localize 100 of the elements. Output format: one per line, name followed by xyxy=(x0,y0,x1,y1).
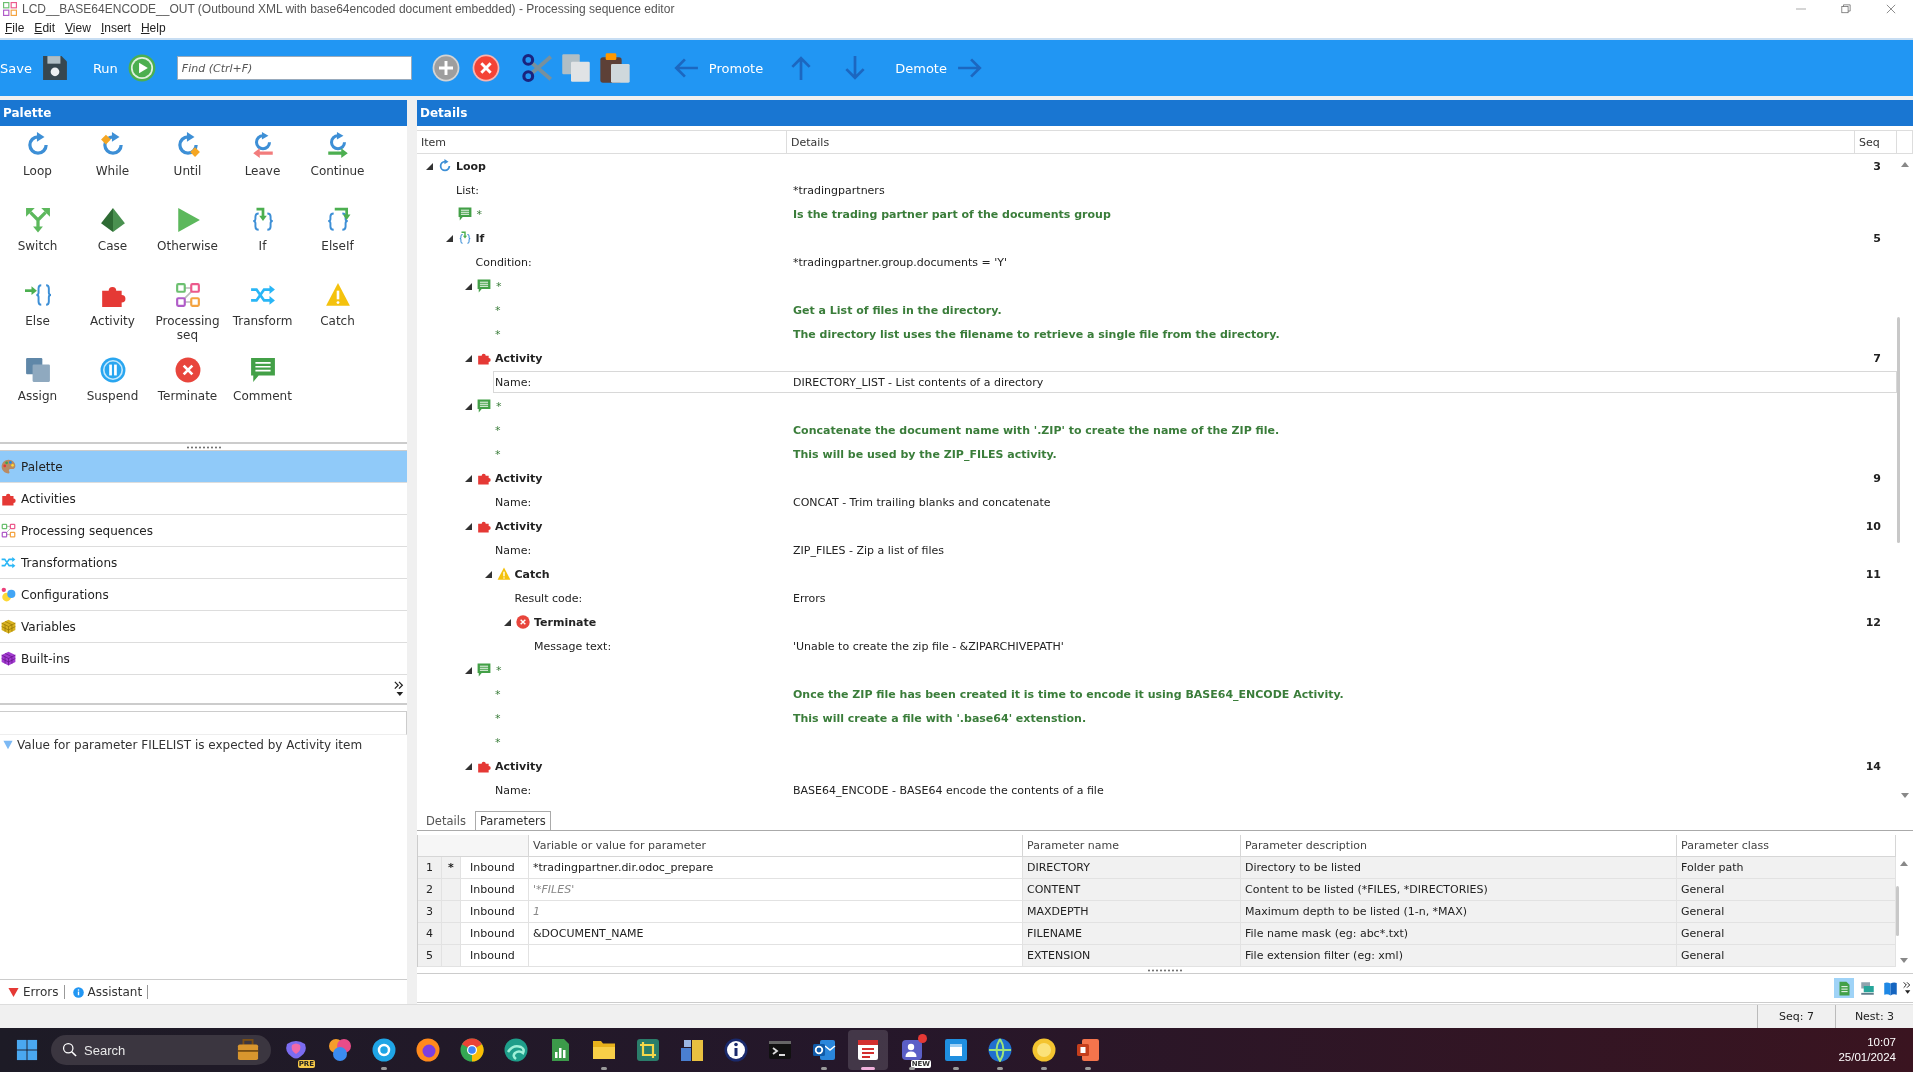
more-button[interactable] xyxy=(394,680,404,698)
toolbox-button[interactable]: Assign xyxy=(1,355,74,403)
down-triangle-icon xyxy=(8,986,19,998)
puzzle-piece-icon xyxy=(477,759,491,773)
toolbox-button[interactable]: Catch xyxy=(301,280,374,328)
delete-button[interactable] xyxy=(471,54,500,82)
scrollbar-thumb[interactable] xyxy=(1897,317,1900,543)
property-row[interactable]: List: *tradingpartners xyxy=(454,179,1897,201)
parameter-value-field[interactable]: 1 xyxy=(529,901,1023,923)
tree-item[interactable]: Loop xyxy=(456,159,486,173)
triangle-icon[interactable] xyxy=(426,162,433,170)
parameter-value-field[interactable]: *tradingpartner.dir.odoc_prepare xyxy=(529,857,1023,879)
toolbox-button[interactable]: Until xyxy=(151,130,224,178)
comment-marker[interactable]: * xyxy=(496,399,502,413)
triangle-icon[interactable] xyxy=(465,666,472,674)
tree-item[interactable]: Catch xyxy=(514,567,550,581)
scroll-down-arrow-icon[interactable] xyxy=(1901,793,1909,798)
property-row[interactable]: Name: CONCAT - Trim trailing blanks and concatenate xyxy=(493,491,1897,513)
toolbox-button[interactable]: Else xyxy=(1,280,74,328)
paste-button[interactable] xyxy=(598,52,631,84)
triangle-icon[interactable] xyxy=(465,762,472,770)
splitter-handle[interactable] xyxy=(185,445,222,449)
toolbox-button[interactable]: Comment xyxy=(226,355,299,403)
arrow-braces-icon xyxy=(24,282,51,308)
toolbox-button[interactable]: Loop xyxy=(1,130,74,178)
navigator-item[interactable]: Palette xyxy=(0,451,407,483)
comment-marker[interactable]: * xyxy=(496,663,502,677)
toolbox-button[interactable]: Transform xyxy=(226,280,299,328)
triangle-icon[interactable] xyxy=(504,618,511,626)
scrollbar-thumb[interactable] xyxy=(1896,886,1899,936)
parameter-value-field[interactable]: &DOCUMENT_NAME xyxy=(529,923,1023,945)
toolbox-button[interactable]: If xyxy=(226,205,299,253)
property-row[interactable]: Name: DIRECTORY_LIST - List contents of a directory xyxy=(493,371,1897,393)
toolbox-button[interactable]: ElseIf xyxy=(301,205,374,253)
property-label: Name: xyxy=(495,543,532,557)
panel-tab[interactable]: Assistant xyxy=(72,985,149,999)
toolbox-button[interactable]: Otherwise xyxy=(151,205,224,253)
cut-button[interactable] xyxy=(521,53,552,83)
property-row[interactable]: Message text: 'Unable to create the zip file - &ZIPARCHIVEPATH' xyxy=(532,635,1897,657)
toolbox-button[interactable]: While xyxy=(76,130,149,178)
tree-item[interactable]: If xyxy=(475,231,485,245)
toolbox-button[interactable]: Switch xyxy=(1,205,74,253)
toolbox-button[interactable]: Suspend xyxy=(76,355,149,403)
comment-marker[interactable]: * xyxy=(476,207,482,221)
triangle-icon[interactable] xyxy=(445,234,453,242)
tree-item[interactable]: Terminate xyxy=(534,615,597,629)
detail-tab[interactable]: Details xyxy=(421,811,471,830)
scroll-down-arrow-icon[interactable] xyxy=(1900,958,1908,963)
find-field[interactable]: Find (Ctrl+F) xyxy=(176,56,412,80)
detail-tab[interactable]: Parameters xyxy=(474,811,551,830)
scroll-up-arrow-icon[interactable] xyxy=(1901,162,1909,167)
puzzle-piece-icon xyxy=(477,519,491,533)
menu-item[interactable]: File xyxy=(0,21,30,35)
property-value: *tradingpartners xyxy=(793,183,885,197)
tree-item[interactable]: Activity xyxy=(495,471,543,485)
triangle-icon[interactable] xyxy=(465,474,472,482)
triangle-icon[interactable] xyxy=(465,402,472,410)
triangle-icon[interactable] xyxy=(465,282,472,290)
menu-item[interactable]: View xyxy=(60,21,96,35)
parameter-value-field[interactable] xyxy=(529,945,1023,967)
four-squares-icon xyxy=(16,1039,38,1061)
toolbox-button[interactable]: Activity xyxy=(76,280,149,328)
tree-item[interactable]: Activity xyxy=(495,759,543,773)
property-row[interactable]: Name: BASE64_ENCODE - BASE64 encode the contents of a file xyxy=(493,779,1897,801)
parameter-value-field[interactable]: '*FILES' xyxy=(529,879,1023,901)
taskbar-app-button[interactable] xyxy=(848,1030,888,1070)
toolbox-button[interactable]: Terminate xyxy=(151,355,224,403)
menu-item[interactable]: Insert xyxy=(95,21,136,35)
property-row[interactable]: Name: ZIP_FILES - Zip a list of files xyxy=(493,539,1897,561)
triangle-icon[interactable] xyxy=(484,570,492,578)
menu-item[interactable]: Edit xyxy=(29,21,61,35)
linked-squares-icon xyxy=(174,282,201,308)
taskbar-search-field[interactable]: Search xyxy=(51,1035,271,1065)
globe-icon xyxy=(988,1038,1012,1062)
toolbox-button[interactable]: Continue xyxy=(301,130,374,178)
panel-tab[interactable]: Errors xyxy=(8,985,65,999)
add-button[interactable] xyxy=(431,54,460,82)
property-value: *tradingpartner.group.documents = 'Y' xyxy=(793,255,1008,269)
property-row[interactable]: Result code: Errors xyxy=(512,587,1897,609)
tree-item[interactable]: Activity xyxy=(495,351,543,365)
tree-item[interactable]: Activity xyxy=(495,519,543,533)
toolbox-button[interactable]: Leave xyxy=(226,130,299,178)
folder-icon xyxy=(592,1038,616,1062)
slides-icon xyxy=(1076,1038,1100,1062)
person-icon xyxy=(900,1038,924,1062)
scroll-up-arrow-icon[interactable] xyxy=(1900,861,1908,866)
property-value: DIRECTORY_LIST - List contents of a directory xyxy=(793,375,1044,389)
more-button[interactable] xyxy=(1903,981,1911,995)
toolbox-button[interactable]: Processing seq xyxy=(151,280,224,342)
triangle-icon[interactable] xyxy=(465,354,472,362)
comment-marker[interactable]: * xyxy=(496,279,502,293)
triangle-icon[interactable] xyxy=(465,522,472,530)
message-text: Value for parameter FILELIST is expected by Activity item xyxy=(17,738,363,752)
toolbox-button[interactable]: Case xyxy=(76,205,149,253)
splitter-handle[interactable] xyxy=(1147,968,1183,972)
parameter-class: Folder path xyxy=(1677,857,1896,879)
comment-text: Concatenate the document name with '.ZIP' to create the name of the ZIP file. xyxy=(793,423,1280,437)
menu-item[interactable]: Help xyxy=(135,21,171,35)
view-button[interactable] xyxy=(1834,978,1854,998)
property-row[interactable]: Condition: *tradingpartner.group.documents = 'Y' xyxy=(473,251,1897,273)
